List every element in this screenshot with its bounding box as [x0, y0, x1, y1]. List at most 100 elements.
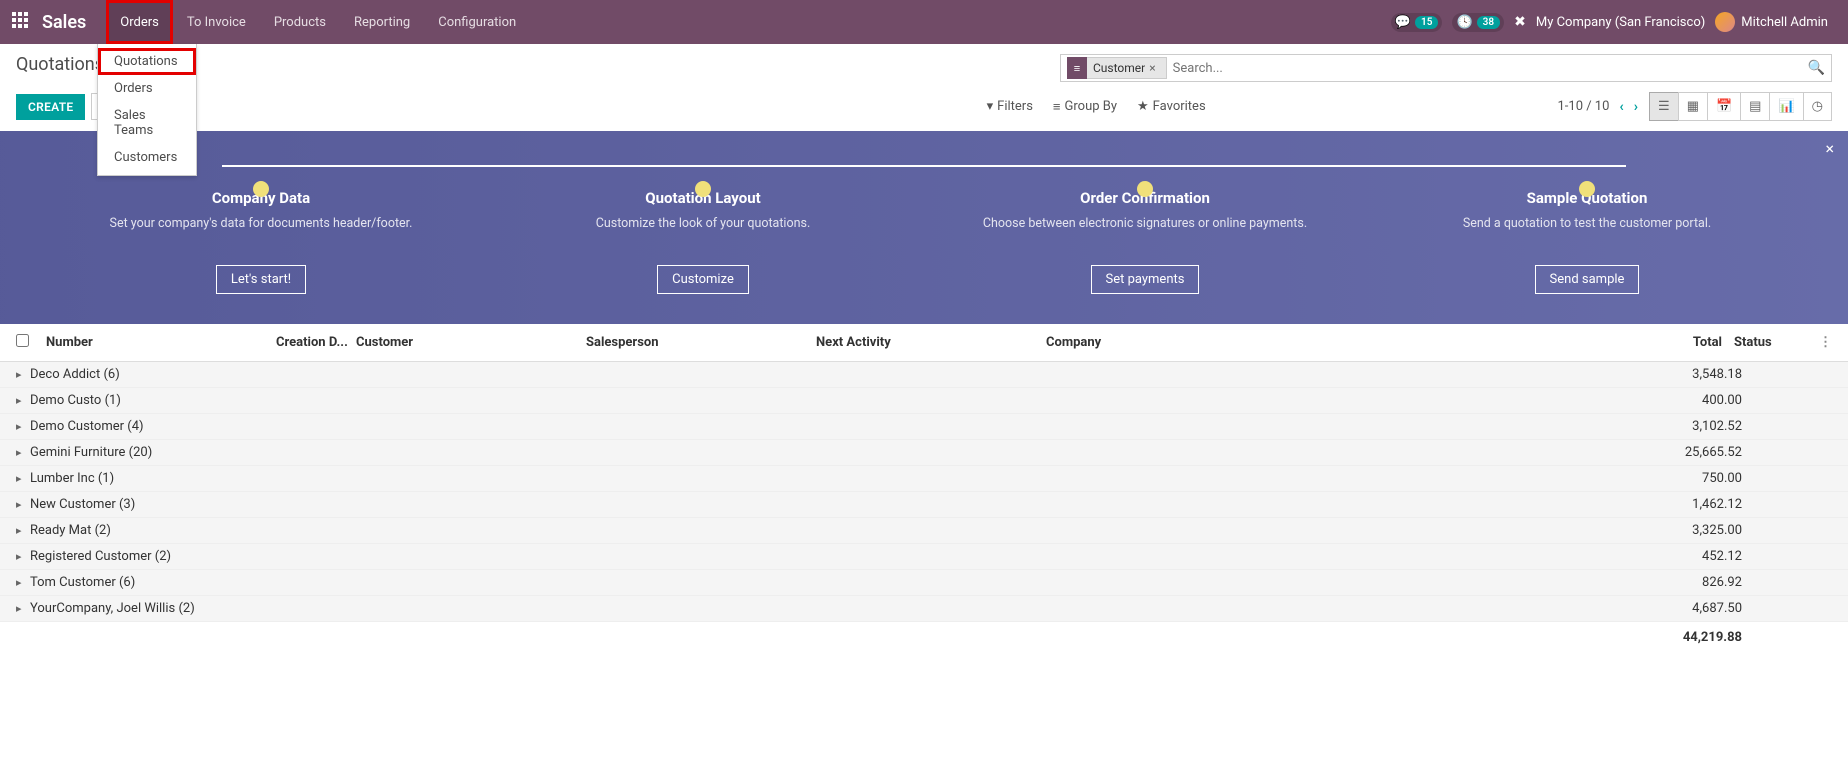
- onboard-step-confirmation: Order Confirmation Choose between electr…: [924, 153, 1366, 294]
- group-total: 826.92: [1652, 575, 1832, 590]
- dropdown-item-quotations[interactable]: Quotations: [98, 48, 196, 75]
- chevron-right-icon: ▸: [16, 576, 30, 589]
- company-switcher[interactable]: My Company (San Francisco): [1536, 15, 1705, 30]
- group-name: Ready Mat (2): [30, 523, 290, 538]
- step-dot: [1579, 181, 1595, 197]
- dropdown-item-customers[interactable]: Customers: [98, 144, 196, 171]
- groupby-button[interactable]: ≡Group By: [1053, 99, 1117, 115]
- create-button[interactable]: CREATE: [16, 94, 85, 120]
- close-icon[interactable]: ×: [1825, 139, 1834, 158]
- chevron-right-icon: ▸: [16, 472, 30, 485]
- col-creation-date[interactable]: Creation D...: [276, 335, 356, 350]
- messaging-button[interactable]: 💬 15: [1391, 13, 1443, 32]
- avatar: [1715, 12, 1735, 32]
- user-name: Mitchell Admin: [1741, 15, 1828, 30]
- select-all-checkbox[interactable]: [16, 334, 29, 347]
- group-name: YourCompany, Joel Willis (2): [30, 601, 290, 616]
- view-kanban-icon[interactable]: ▦: [1678, 92, 1708, 121]
- nav-item-orders[interactable]: Orders: [106, 0, 173, 44]
- nav-item-to-invoice[interactable]: To Invoice: [173, 0, 260, 44]
- search-facet-customer: ≡ Customer ×: [1067, 57, 1167, 79]
- col-number[interactable]: Number: [46, 335, 276, 350]
- facet-text: Customer: [1093, 61, 1145, 75]
- col-salesperson[interactable]: Salesperson: [586, 335, 816, 350]
- grand-total: 44,219.88: [1652, 630, 1832, 645]
- chevron-right-icon: ▸: [16, 394, 30, 407]
- group-total: 3,102.52: [1652, 419, 1832, 434]
- group-name: Demo Customer (4): [30, 419, 290, 434]
- user-menu[interactable]: Mitchell Admin: [1715, 12, 1828, 32]
- view-switcher: ☰ ▦ 📅 ▤ 📊 ◷: [1650, 92, 1832, 121]
- step-dot: [1137, 181, 1153, 197]
- onboard-step-layout: Quotation Layout Customize the look of y…: [482, 153, 924, 294]
- step-desc: Send a quotation to test the customer po…: [1390, 215, 1784, 249]
- search-input[interactable]: [1173, 61, 1808, 76]
- onboard-step-sample: Sample Quotation Send a quotation to tes…: [1366, 153, 1808, 294]
- debug-icon[interactable]: ✖: [1514, 14, 1526, 30]
- filter-icon: ▾: [987, 99, 994, 114]
- table-row[interactable]: ▸Deco Addict (6) 3,548.18: [0, 362, 1848, 388]
- filters-button[interactable]: ▾Filters: [987, 99, 1033, 115]
- pager: 1-10 / 10 ‹ ›: [1557, 99, 1638, 115]
- clock-icon: 🕓: [1456, 15, 1472, 30]
- table-row[interactable]: ▸Registered Customer (2)452.12: [0, 544, 1848, 570]
- step-button-send-sample[interactable]: Send sample: [1535, 265, 1640, 294]
- step-desc: Customize the look of your quotations.: [506, 215, 900, 249]
- view-graph-icon[interactable]: 📊: [1769, 92, 1803, 121]
- pager-prev-icon[interactable]: ‹: [1619, 99, 1623, 115]
- group-name: Registered Customer (2): [30, 549, 290, 564]
- table-row[interactable]: ▸Lumber Inc (1)750.00: [0, 466, 1848, 492]
- column-options-icon[interactable]: ⋮: [1802, 335, 1832, 350]
- filters-label: Filters: [997, 99, 1033, 114]
- table-row[interactable]: ▸New Customer (3)1,462.12: [0, 492, 1848, 518]
- dropdown-item-sales-teams[interactable]: Sales Teams: [98, 102, 196, 144]
- facet-remove-icon[interactable]: ×: [1145, 61, 1159, 75]
- chevron-right-icon: ▸: [16, 446, 30, 459]
- navbar-right: 💬 15 🕓 38 ✖ My Company (San Francisco) M…: [1391, 12, 1836, 32]
- view-pivot-icon[interactable]: ▤: [1740, 92, 1770, 121]
- step-dot: [253, 181, 269, 197]
- table-row[interactable]: ▸YourCompany, Joel Willis (2)4,687.50: [0, 596, 1848, 622]
- nav-item-products[interactable]: Products: [260, 0, 340, 44]
- chevron-right-icon: ▸: [16, 368, 30, 381]
- facet-label: Customer ×: [1087, 57, 1167, 79]
- table-row[interactable]: ▸Demo Customer (4)3,102.52: [0, 414, 1848, 440]
- nav-item-reporting[interactable]: Reporting: [340, 0, 424, 44]
- group-total: 750.00: [1652, 471, 1832, 486]
- favorites-button[interactable]: ★Favorites: [1137, 99, 1206, 115]
- view-list-icon[interactable]: ☰: [1649, 92, 1679, 121]
- group-name: Deco Addict (6): [30, 367, 290, 382]
- chevron-right-icon: ▸: [16, 550, 30, 563]
- step-button-set-payments[interactable]: Set payments: [1091, 265, 1200, 294]
- col-status[interactable]: Status: [1722, 335, 1802, 350]
- view-calendar-icon[interactable]: 📅: [1707, 92, 1741, 121]
- apps-icon[interactable]: [12, 12, 32, 32]
- search-icon[interactable]: 🔍: [1808, 60, 1825, 76]
- col-company[interactable]: Company: [1046, 335, 1622, 350]
- nav-item-configuration[interactable]: Configuration: [424, 0, 530, 44]
- table-row[interactable]: ▸Tom Customer (6) 826.92: [0, 570, 1848, 596]
- group-name: Gemini Furniture (20): [30, 445, 290, 460]
- chat-icon: 💬: [1395, 15, 1411, 30]
- col-total[interactable]: Total: [1622, 335, 1722, 350]
- group-total: 400.00: [1652, 393, 1832, 408]
- group-name: Tom Customer (6): [30, 575, 290, 590]
- pager-range: 1-10 / 10: [1557, 99, 1609, 114]
- control-panel-bottom: CREATE ⤓ ▾Filters ≡Group By ★Favorites 1…: [0, 86, 1848, 131]
- view-activity-icon[interactable]: ◷: [1803, 92, 1832, 121]
- table-row[interactable]: ▸Gemini Furniture (20) 25,665.52: [0, 440, 1848, 466]
- step-button-customize[interactable]: Customize: [657, 265, 749, 294]
- chat-count: 15: [1415, 16, 1438, 29]
- table-row[interactable]: ▸Ready Mat (2)3,325.00: [0, 518, 1848, 544]
- col-next-activity[interactable]: Next Activity: [816, 335, 1046, 350]
- control-panel-top: Quotations ≡ Customer × 🔍: [0, 44, 1848, 86]
- group-total: 25,665.52: [1652, 445, 1832, 460]
- table-row[interactable]: ▸Demo Custo (1)400.00: [0, 388, 1848, 414]
- group-total: 3,548.18: [1652, 367, 1832, 382]
- dropdown-item-orders[interactable]: Orders: [98, 75, 196, 102]
- group-total: 4,687.50: [1652, 601, 1832, 616]
- col-customer[interactable]: Customer: [356, 335, 586, 350]
- step-button-lets-start[interactable]: Let's start!: [216, 265, 306, 294]
- activities-button[interactable]: 🕓 38: [1452, 13, 1504, 32]
- pager-next-icon[interactable]: ›: [1634, 99, 1638, 115]
